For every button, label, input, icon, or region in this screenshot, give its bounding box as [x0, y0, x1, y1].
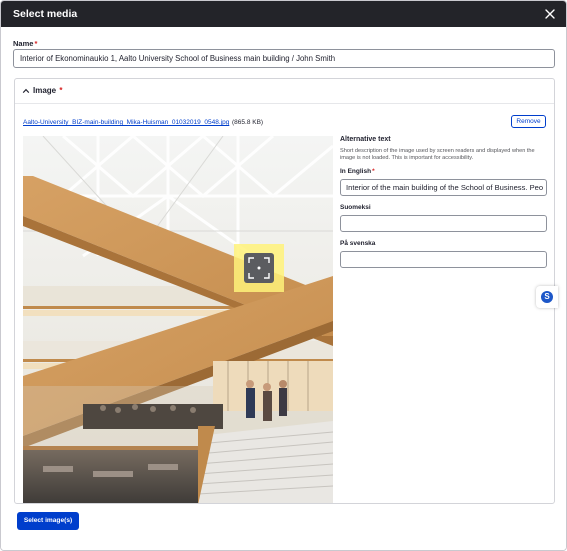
name-input[interactable]: Interior of Ekonominaukio 1, Aalto Unive… — [13, 49, 555, 68]
name-field-label: Name* — [13, 39, 38, 48]
finnish-alt-input[interactable] — [340, 215, 547, 232]
file-size: (865.8 KB) — [232, 119, 264, 126]
english-alt-input[interactable]: Interior of the main building of the Sch… — [340, 179, 547, 196]
file-name-link[interactable]: Aalto-University_BIZ-main-building_Mika-… — [23, 119, 229, 126]
divider — [15, 103, 554, 104]
swedish-alt-input[interactable] — [340, 251, 547, 268]
image-fieldset: Image * Aalto-University_BIZ-main-buildi… — [14, 78, 555, 504]
s-badge-icon: S — [541, 291, 553, 303]
select-images-button[interactable]: Select image(s) — [17, 512, 79, 530]
finnish-label: Suomeksi — [340, 204, 371, 211]
select-media-dialog: Select media Name* Interior of Ekonomina… — [0, 0, 567, 551]
close-icon[interactable] — [543, 7, 557, 21]
required-marker: * — [59, 86, 63, 95]
dialog-titlebar: Select media — [1, 1, 566, 27]
required-marker: * — [34, 39, 38, 48]
building-interior-photo — [23, 136, 333, 503]
image-preview — [23, 136, 333, 503]
image-section-toggle[interactable]: Image * — [15, 79, 554, 103]
swedish-label: På svenska — [340, 240, 376, 247]
focus-frame-icon — [234, 244, 284, 292]
focal-point-handle[interactable] — [234, 244, 284, 292]
required-marker: * — [372, 168, 375, 175]
remove-button[interactable]: Remove — [511, 115, 546, 128]
alt-text-title: Alternative text — [340, 136, 391, 143]
english-label: In English* — [340, 168, 375, 175]
alt-text-description: Short description of the image used by s… — [340, 148, 535, 161]
dialog-body: Name* Interior of Ekonominaukio 1, Aalto… — [1, 27, 566, 550]
dialog-title: Select media — [13, 8, 78, 20]
chevron-up-icon — [22, 88, 30, 94]
floating-widget-button[interactable]: S — [536, 286, 558, 308]
image-section-label: Image * — [33, 86, 63, 95]
